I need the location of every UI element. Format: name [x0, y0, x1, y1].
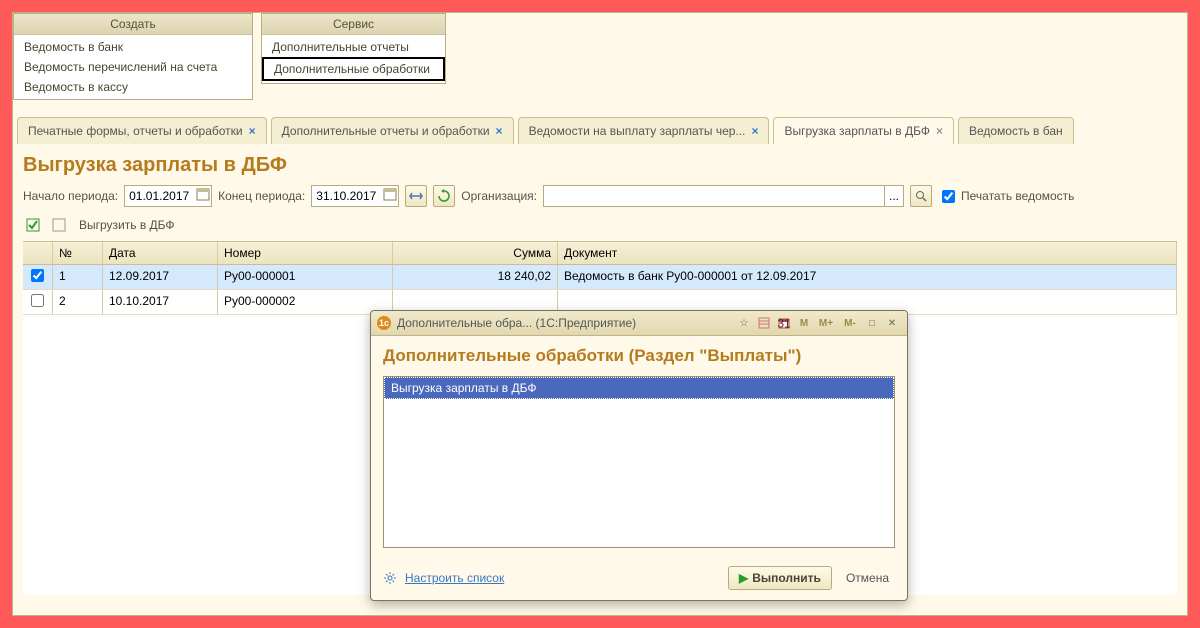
menu-create-panel: Создать Ведомость в банк Ведомость переч…	[13, 13, 253, 100]
ellipsis-icon[interactable]: ...	[884, 186, 903, 206]
grid-icon[interactable]	[755, 315, 773, 331]
tab-vedomost-bank[interactable]: Ведомость в бан	[958, 117, 1074, 144]
menu-create-header: Создать	[14, 14, 252, 35]
col-doc[interactable]: Документ	[558, 242, 1177, 264]
end-date-label: Конец периода:	[218, 189, 305, 203]
list-item[interactable]: Выгрузка зарплаты в ДБФ	[384, 377, 894, 399]
org-label: Организация:	[461, 189, 537, 203]
m-button[interactable]: M	[795, 315, 813, 331]
dialog-titlebar[interactable]: 1c Дополнительные обра... (1С:Предприяти…	[371, 311, 907, 336]
tab-dbf-export[interactable]: Выгрузка зарплаты в ДБФ ×	[773, 117, 954, 144]
gear-icon	[383, 571, 397, 585]
close-icon[interactable]: ×	[936, 124, 943, 138]
menu-service-header: Сервис	[262, 14, 445, 35]
app-icon: 1c	[377, 316, 391, 330]
col-sum[interactable]: Сумма	[393, 242, 558, 264]
svg-text:31: 31	[778, 317, 790, 329]
refresh-button[interactable]	[433, 185, 455, 207]
processing-dialog: 1c Дополнительные обра... (1С:Предприяти…	[370, 310, 908, 601]
tab-label: Выгрузка зарплаты в ДБФ	[784, 124, 929, 138]
org-field[interactable]: ...	[543, 185, 904, 207]
print-checkbox[interactable]	[942, 190, 955, 203]
top-menus: Создать Ведомость в банк Ведомость переч…	[13, 13, 1187, 100]
tab-bar: Печатные формы, отчеты и обработки × Допо…	[13, 110, 1187, 144]
close-icon[interactable]: ×	[249, 124, 256, 138]
menu-item-reports[interactable]: Дополнительные отчеты	[262, 37, 445, 57]
dialog-title: Дополнительные обра... (1С:Предприятие)	[397, 316, 729, 330]
tab-print-forms[interactable]: Печатные формы, отчеты и обработки ×	[17, 117, 267, 144]
grid-header: № Дата Номер Сумма Документ	[23, 242, 1177, 265]
search-button[interactable]	[910, 185, 932, 207]
cancel-button[interactable]: Отмена	[840, 567, 895, 589]
calendar-icon[interactable]	[195, 186, 211, 202]
org-input[interactable]	[544, 186, 884, 206]
menu-item-cash[interactable]: Ведомость в кассу	[14, 77, 252, 97]
menu-create-body: Ведомость в банк Ведомость перечислений …	[14, 35, 252, 99]
close-icon[interactable]: ×	[751, 124, 758, 138]
col-date[interactable]: Дата	[103, 242, 218, 264]
m-minus-button[interactable]: M-	[839, 315, 861, 331]
col-n[interactable]: №	[53, 242, 103, 264]
menu-item-bank[interactable]: Ведомость в банк	[14, 37, 252, 57]
processing-list[interactable]: Выгрузка зарплаты в ДБФ	[383, 376, 895, 548]
row-checkbox[interactable]	[31, 269, 44, 282]
start-date-input[interactable]	[125, 186, 195, 206]
row-checkbox[interactable]	[31, 294, 44, 307]
calendar-icon[interactable]	[382, 186, 398, 202]
tab-label: Дополнительные отчеты и обработки	[282, 124, 490, 138]
configure-list-link[interactable]: Настроить список	[405, 571, 504, 585]
app-frame: Создать Ведомость в банк Ведомость переч…	[12, 12, 1188, 616]
col-num[interactable]: Номер	[218, 242, 393, 264]
dialog-footer: Настроить список ▶ Выполнить Отмена	[371, 558, 907, 600]
maximize-icon[interactable]: □	[863, 315, 881, 331]
dialog-body: Дополнительные обработки (Раздел "Выплат…	[371, 336, 907, 558]
calendar-red-icon[interactable]: 31	[775, 315, 793, 331]
m-plus-button[interactable]: M+	[815, 315, 837, 331]
cell-sum: 18 240,02	[393, 265, 558, 289]
check-all-icon[interactable]	[23, 215, 43, 235]
start-date-label: Начало периода:	[23, 189, 118, 203]
menu-service-panel: Сервис Дополнительные отчеты Дополнитель…	[261, 13, 446, 84]
tab-label: Ведомости на выплату зарплаты чер...	[529, 124, 746, 138]
start-date-field[interactable]	[124, 185, 212, 207]
dialog-heading: Дополнительные обработки (Раздел "Выплат…	[383, 346, 895, 366]
print-label: Печатать ведомость	[961, 189, 1074, 203]
tab-label: Ведомость в бан	[969, 124, 1063, 138]
tab-additional[interactable]: Дополнительные отчеты и обработки ×	[271, 117, 514, 144]
swap-dates-button[interactable]	[405, 185, 427, 207]
dialog-controls: ☆ 31 M M+ M- □ ✕	[735, 315, 901, 331]
play-icon: ▶	[739, 571, 748, 585]
end-date-input[interactable]	[312, 186, 382, 206]
menu-item-accounts[interactable]: Ведомость перечислений на счета	[14, 57, 252, 77]
execute-button[interactable]: ▶ Выполнить	[728, 566, 832, 590]
uncheck-all-icon[interactable]	[49, 215, 69, 235]
tab-label: Печатные формы, отчеты и обработки	[28, 124, 243, 138]
cell-date: 10.10.2017	[103, 290, 218, 314]
tab-payments[interactable]: Ведомости на выплату зарплаты чер... ×	[518, 117, 770, 144]
menu-item-processing[interactable]: Дополнительные обработки	[262, 57, 445, 81]
cell-n: 2	[53, 290, 103, 314]
grid-toolbar: Выгрузить в ДБФ	[13, 215, 1187, 241]
end-date-field[interactable]	[311, 185, 399, 207]
grid-body: 1 12.09.2017 Ру00-000001 18 240,02 Ведом…	[23, 265, 1177, 315]
cell-num: Ру00-000002	[218, 290, 393, 314]
cell-num: Ру00-000001	[218, 265, 393, 289]
cell-n: 1	[53, 265, 103, 289]
col-check[interactable]	[23, 242, 53, 264]
close-icon[interactable]: ✕	[883, 315, 901, 331]
cell-doc: Ведомость в банк Ру00-000001 от 12.09.20…	[558, 265, 1177, 289]
page-title: Выгрузка зарплаты в ДБФ	[13, 144, 1187, 185]
close-icon[interactable]: ×	[496, 124, 503, 138]
export-dbf-button[interactable]: Выгрузить в ДБФ	[75, 216, 179, 234]
table-row[interactable]: 1 12.09.2017 Ру00-000001 18 240,02 Ведом…	[23, 265, 1177, 290]
filter-bar: Начало периода: Конец периода: Организац…	[13, 185, 1187, 215]
execute-label: Выполнить	[752, 571, 821, 585]
star-icon[interactable]: ☆	[735, 315, 753, 331]
cell-date: 12.09.2017	[103, 265, 218, 289]
menu-service-body: Дополнительные отчеты Дополнительные обр…	[262, 35, 445, 83]
